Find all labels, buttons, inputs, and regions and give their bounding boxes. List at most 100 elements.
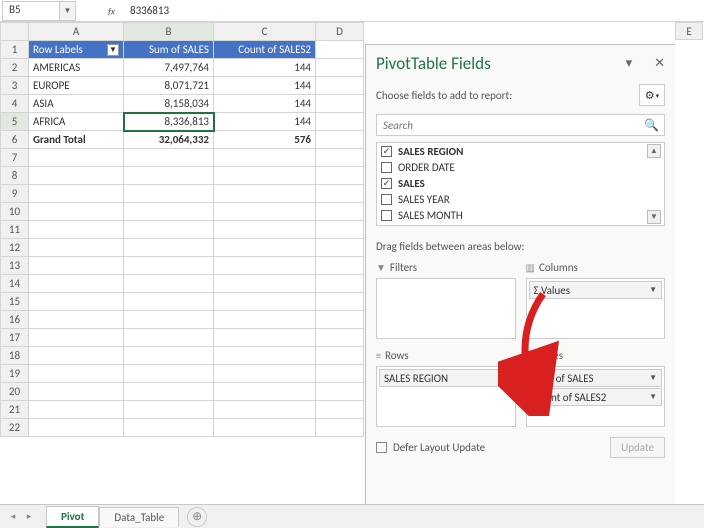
cell[interactable] [316,239,364,257]
cell[interactable] [214,401,316,419]
cell[interactable] [316,311,364,329]
cell[interactable]: 32,064,332 [124,131,214,149]
cell[interactable] [214,185,316,203]
field-list-item[interactable]: ✓SALES REGION [377,143,664,159]
update-button[interactable]: Update [610,437,665,458]
chevron-down-icon[interactable]: ▼ [500,373,508,383]
row-header[interactable]: 14 [1,275,29,293]
gear-icon[interactable]: ⚙▾ [639,84,665,106]
cell[interactable]: ASIA [29,95,124,113]
cell[interactable] [316,293,364,311]
cell[interactable] [214,365,316,383]
row-header[interactable]: 18 [1,347,29,365]
search-input[interactable] [376,114,665,136]
rows-area[interactable]: ≡Rows SALES REGION▼ [376,349,516,427]
cell[interactable] [29,185,124,203]
cell[interactable] [124,149,214,167]
field-list-item[interactable]: ORDER DATE [377,159,664,175]
row-header[interactable]: 21 [1,401,29,419]
cell[interactable] [29,311,124,329]
cell[interactable] [124,347,214,365]
cell[interactable] [316,131,364,149]
row-header[interactable]: 8 [1,167,29,185]
cell[interactable] [29,203,124,221]
row-header[interactable]: 19 [1,365,29,383]
cell[interactable]: 7,497,764 [124,59,214,77]
cell[interactable] [29,221,124,239]
checkbox-icon[interactable] [381,194,392,205]
cell[interactable] [316,257,364,275]
fx-icon[interactable]: fx [106,2,124,20]
cell[interactable] [124,257,214,275]
row-header[interactable]: 12 [1,239,29,257]
cell[interactable]: AFRICA [29,113,124,131]
row-header[interactable]: 22 [1,419,29,437]
cell[interactable] [124,329,214,347]
select-all-corner[interactable] [1,23,29,41]
cell[interactable] [124,383,214,401]
sheet-tab-data-table[interactable]: Data_Table [99,507,179,527]
name-box-dropdown[interactable]: ▼ [60,1,76,21]
cell[interactable] [29,419,124,437]
row-header[interactable]: 9 [1,185,29,203]
cell[interactable] [124,203,214,221]
scroll-down-icon[interactable]: ▼ [647,210,661,224]
row-header[interactable]: 10 [1,203,29,221]
chevron-down-icon[interactable]: ▼ [649,373,657,383]
selected-cell[interactable]: 8,336,813 [124,113,214,131]
row-header[interactable]: 2 [1,59,29,77]
cell[interactable]: 144 [214,113,316,131]
row-header[interactable]: 7 [1,149,29,167]
cell[interactable] [316,203,364,221]
cell[interactable] [124,311,214,329]
chevron-down-icon[interactable]: ▼ [649,392,657,402]
cell[interactable] [316,383,364,401]
row-header[interactable]: 16 [1,311,29,329]
pt-sum-header[interactable]: Sum of SALES [124,41,214,59]
cell[interactable] [214,347,316,365]
area-item[interactable]: Σ Values▼ [529,281,663,299]
col-header-D[interactable]: D [316,23,364,41]
col-header-C[interactable]: C [214,23,316,41]
area-item[interactable]: Count of SALES2▼ [529,388,663,406]
cell[interactable] [124,167,214,185]
cell[interactable] [29,167,124,185]
cell[interactable] [316,365,364,383]
area-item[interactable]: Sum of SALES▼ [529,369,663,387]
cell[interactable]: EUROPE [29,77,124,95]
pt-rowlabels-header[interactable]: Row Labels▼ [29,41,124,59]
tab-nav-next[interactable]: ▸ [22,510,36,524]
row-header[interactable]: 20 [1,383,29,401]
cell[interactable] [214,221,316,239]
cell[interactable] [124,275,214,293]
field-list[interactable]: ✓SALES REGIONORDER DATE✓SALESSALES YEARS… [376,142,665,226]
row-header[interactable]: 1 [1,41,29,59]
cell[interactable]: 144 [214,59,316,77]
filter-dropdown-icon[interactable]: ▼ [107,44,119,56]
cell[interactable] [124,293,214,311]
values-area[interactable]: ΣValues Sum of SALES▼Count of SALES2▼ [526,349,666,427]
tab-nav-prev[interactable]: ◂ [6,510,20,524]
cell[interactable] [316,149,364,167]
close-icon[interactable]: ✕ [654,56,665,71]
cell[interactable] [29,401,124,419]
cell[interactable] [29,347,124,365]
cell[interactable] [214,149,316,167]
field-list-item[interactable]: ✓SALES [377,175,664,191]
defer-checkbox[interactable] [376,442,387,453]
cell[interactable] [316,275,364,293]
cell[interactable] [124,221,214,239]
cell[interactable] [214,275,316,293]
cell[interactable] [214,203,316,221]
cell[interactable]: 144 [214,77,316,95]
checkbox-icon[interactable] [381,210,392,221]
col-header-B[interactable]: B [124,23,214,41]
cell[interactable] [214,293,316,311]
cell[interactable] [124,365,214,383]
cell[interactable] [29,383,124,401]
cell[interactable] [124,419,214,437]
cell[interactable] [29,293,124,311]
cell[interactable] [316,329,364,347]
cell[interactable] [316,401,364,419]
checkbox-icon[interactable]: ✓ [381,178,392,189]
